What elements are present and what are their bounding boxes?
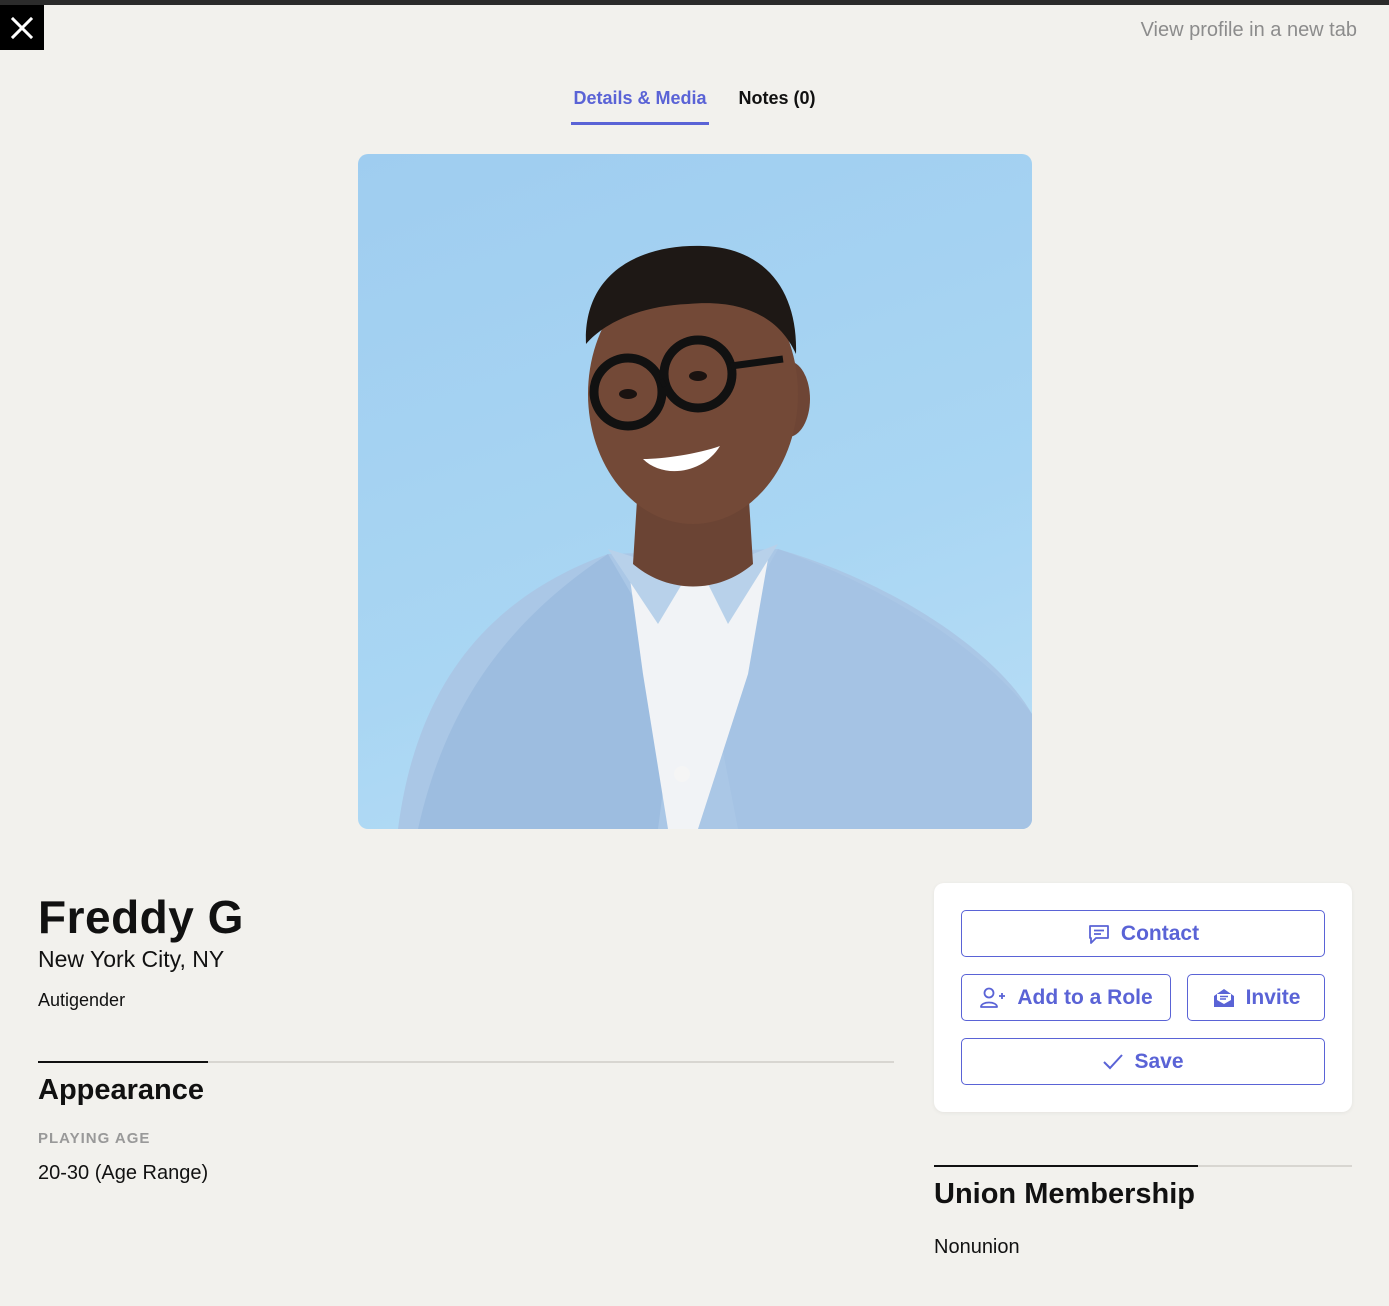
- profile-headshot: [358, 154, 1032, 829]
- appearance-heading: Appearance: [38, 1074, 205, 1106]
- tab-notes[interactable]: Notes (0): [737, 86, 818, 125]
- user-plus-icon: [980, 987, 1006, 1008]
- union-membership-value: Nonunion: [934, 1236, 1020, 1258]
- action-card: Contact Add to a Role Invite Save: [934, 883, 1352, 1112]
- contact-button-label: Contact: [1120, 921, 1200, 945]
- union-membership-heading: Union Membership: [934, 1178, 1196, 1210]
- playing-age-value: 20-30 (Age Range): [38, 1162, 209, 1184]
- appearance-divider: [38, 1061, 894, 1063]
- check-icon: [1103, 1053, 1124, 1069]
- close-button[interactable]: [0, 5, 44, 50]
- message-icon: [1089, 924, 1109, 944]
- view-profile-new-tab-link[interactable]: View profile in a new tab: [1141, 19, 1357, 42]
- close-icon: [10, 16, 34, 39]
- save-button-label: Save: [1134, 1049, 1184, 1073]
- profile-location: New York City, NY: [38, 946, 225, 972]
- add-to-role-button[interactable]: Add to a Role: [961, 974, 1171, 1021]
- invite-button-label: Invite: [1245, 985, 1301, 1009]
- top-border: [0, 0, 1389, 5]
- add-to-role-button-label: Add to a Role: [1017, 985, 1153, 1009]
- contact-button[interactable]: Contact: [961, 910, 1325, 957]
- profile-gender: Autigender: [38, 990, 126, 1010]
- envelope-open-icon: [1213, 988, 1234, 1007]
- union-divider: [934, 1165, 1352, 1167]
- tab-details-media[interactable]: Details & Media: [571, 86, 709, 125]
- playing-age-label: PLAYING AGE: [38, 1130, 151, 1147]
- profile-tabs: Details & Media Notes (0): [0, 86, 1389, 125]
- profile-name: Freddy G: [38, 891, 244, 943]
- invite-button[interactable]: Invite: [1187, 974, 1325, 1021]
- save-button[interactable]: Save: [961, 1038, 1325, 1085]
